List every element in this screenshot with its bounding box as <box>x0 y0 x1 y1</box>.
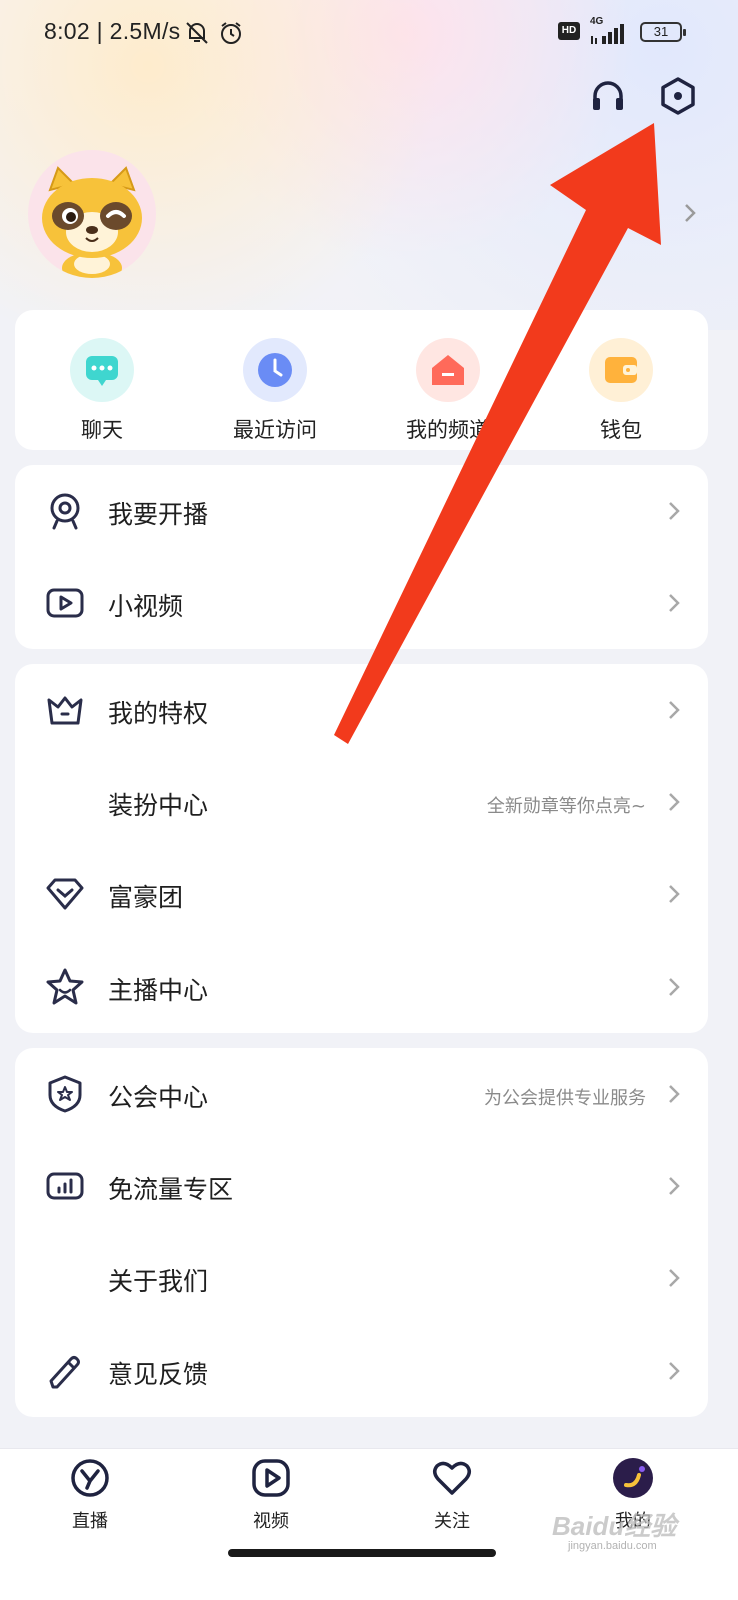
settings-hexagon-icon[interactable] <box>658 76 698 116</box>
watermark-url: jingyan.baidu.com <box>568 1540 657 1552</box>
menu-item-subtitle: 全新勋章等你点亮~ <box>486 796 646 817</box>
video-tab-icon <box>252 1459 290 1497</box>
quick-action-chat[interactable]: 聊天 <box>42 338 162 444</box>
chevron-right-icon <box>669 1269 680 1287</box>
menu-item-about-us[interactable]: 关于我们 <box>15 1232 708 1324</box>
chevron-right-icon <box>669 793 680 811</box>
menu-item-short-video[interactable]: 小视频 <box>15 557 708 649</box>
heart-icon <box>433 1461 471 1495</box>
menu-item-label: 我的特权 <box>108 699 209 728</box>
avatar[interactable] <box>28 150 156 278</box>
chevron-right-icon <box>669 1362 680 1380</box>
channel-home-icon <box>416 338 480 402</box>
quick-action-label: 我的频道 <box>406 418 490 442</box>
menu-item-label: 装扮中心 <box>108 791 209 820</box>
shield-star-icon <box>48 1075 82 1113</box>
quick-action-label: 最近访问 <box>233 418 317 442</box>
chat-icon <box>70 338 134 402</box>
menu-group-privileges: 我的特权 装扮中心 全新勋章等你点亮~ 富豪团 主播中心 <box>15 664 708 1033</box>
chevron-right-icon <box>669 978 680 996</box>
menu-item-label: 公会中心 <box>108 1083 209 1112</box>
battery-indicator: 31 <box>640 22 686 42</box>
menu-item-label: 免流量专区 <box>108 1175 234 1204</box>
pencil-icon <box>49 1356 80 1389</box>
quick-action-label: 钱包 <box>600 418 642 442</box>
star-icon <box>46 968 84 1005</box>
crown-icon <box>47 696 83 725</box>
menu-item-guild-center[interactable]: 公会中心 为公会提供专业服务 <box>15 1048 708 1140</box>
signal-icon <box>591 24 624 44</box>
status-time: 8:02 | 2.5M/s <box>44 18 181 44</box>
menu-item-subtitle: 为公会提供专业服务 <box>484 1088 646 1109</box>
quick-action-wallet[interactable]: 钱包 <box>561 338 681 444</box>
menu-item-label: 主播中心 <box>108 976 209 1005</box>
clock-icon <box>243 338 307 402</box>
quick-action-channel[interactable]: 我的频道 <box>388 338 508 444</box>
menu-item-dress-up[interactable]: 装扮中心 全新勋章等你点亮~ <box>15 756 708 848</box>
chevron-right-icon <box>669 502 680 520</box>
menu-item-anchor-center[interactable]: 主播中心 <box>15 941 708 1033</box>
data-chart-icon <box>46 1172 84 1200</box>
tab-video[interactable]: 视频 <box>211 1457 331 1533</box>
menu-item-free-data[interactable]: 免流量专区 <box>15 1140 708 1232</box>
chevron-right-icon <box>669 885 680 903</box>
tab-label: 直播 <box>72 1511 108 1532</box>
watermark-logo: Baidu经验 <box>552 1511 677 1541</box>
live-y-icon <box>71 1459 109 1497</box>
menu-item-label: 关于我们 <box>108 1267 209 1296</box>
headphones-icon[interactable] <box>588 76 628 116</box>
quick-actions-card: 聊天 最近访问 我的频道 钱包 <box>15 310 708 450</box>
hd-badge: HD <box>558 22 580 40</box>
status-bar: 8:02 | 2.5M/s HD 4G 31 <box>0 14 738 50</box>
chevron-right-icon <box>669 701 680 719</box>
profile-chevron-icon[interactable] <box>680 200 700 226</box>
quick-action-label: 聊天 <box>81 418 123 442</box>
menu-item-label: 富豪团 <box>108 883 184 912</box>
menu-item-privileges[interactable]: 我的特权 <box>15 664 708 756</box>
raccoon-mascot-icon <box>42 166 142 278</box>
menu-item-label: 小视频 <box>108 592 184 621</box>
menu-item-rich-club[interactable]: 富豪团 <box>15 848 708 940</box>
video-play-icon <box>46 588 84 618</box>
diamond-icon <box>46 878 84 910</box>
menu-item-feedback[interactable]: 意见反馈 <box>15 1325 708 1417</box>
tab-live[interactable]: 直播 <box>30 1457 150 1533</box>
profile-avatar-icon <box>613 1458 653 1498</box>
tab-follow[interactable]: 关注 <box>392 1457 512 1533</box>
chevron-right-icon <box>669 1085 680 1103</box>
alarm-icon <box>221 22 241 44</box>
chevron-right-icon <box>669 1177 680 1195</box>
chevron-right-icon <box>669 594 680 612</box>
webcam-icon <box>50 493 80 530</box>
wallet-icon <box>589 338 653 402</box>
menu-item-start-live[interactable]: 我要开播 <box>15 465 708 557</box>
menu-item-label: 我要开播 <box>108 500 209 529</box>
menu-group-more: 公会中心 为公会提供专业服务 免流量专区 关于我们 意见反馈 <box>15 1048 708 1417</box>
tab-label: 关注 <box>434 1511 470 1532</box>
mute-bell-icon <box>186 22 208 44</box>
quick-action-recent[interactable]: 最近访问 <box>215 338 335 444</box>
home-indicator <box>228 1549 496 1557</box>
menu-item-label: 意见反馈 <box>108 1360 209 1389</box>
menu-group-live: 我要开播 小视频 <box>15 465 708 649</box>
tab-label: 视频 <box>253 1511 289 1532</box>
